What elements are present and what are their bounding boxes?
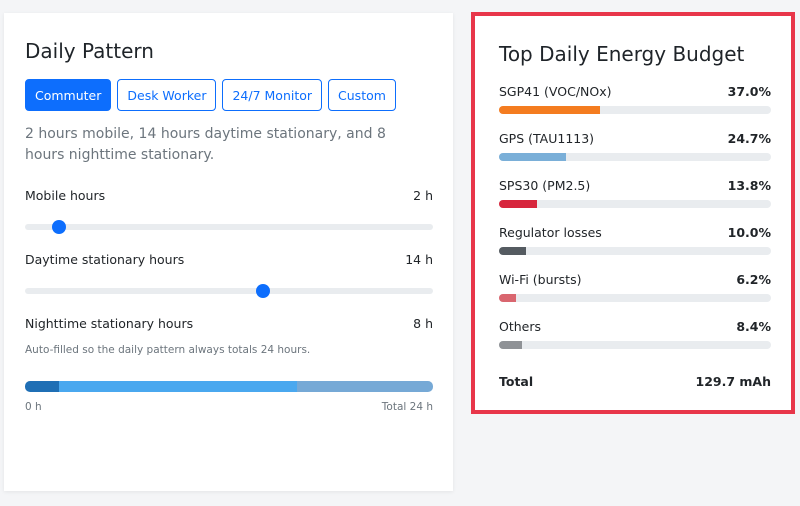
budget-item-value: 13.8% [727, 178, 771, 193]
preset-commuter-button[interactable]: Commuter [25, 79, 112, 111]
budget-item-label: Others [499, 319, 542, 334]
budget-item: Wi-Fi (bursts) 6.2% [499, 272, 771, 319]
energy-total-label: Total [499, 374, 534, 389]
budget-item-bar-fill [499, 200, 537, 208]
daytime-hours-label: Daytime stationary hours [25, 252, 185, 267]
preset-desk-worker-button[interactable]: Desk Worker [117, 79, 217, 111]
energy-total-row: Total 129.7 mAh [499, 374, 771, 389]
timeline-segment-daytime [58, 381, 297, 392]
budget-item-value: 24.7% [727, 131, 771, 146]
budget-item: GPS (TAU1113) 24.7% [499, 131, 771, 178]
preset-button-group: Commuter Desk Worker 24/7 Monitor Custom [25, 79, 433, 111]
budget-item-bar [499, 247, 771, 255]
daytime-hours-control: Daytime stationary hours 14 h [25, 252, 433, 298]
budget-item: SPS30 (PM2.5) 13.8% [499, 178, 771, 225]
budget-item-bar-fill [499, 294, 516, 302]
mobile-hours-value: 2 h [413, 188, 433, 203]
budget-item-bar [499, 153, 771, 161]
preset-custom-button[interactable]: Custom [328, 79, 396, 111]
daily-pattern-card: Daily Pattern Commuter Desk Worker 24/7 … [4, 13, 453, 491]
timeline-end-label: Total 24 h [381, 401, 433, 413]
budget-item: Others 8.4% [499, 319, 771, 366]
budget-item-bar [499, 106, 771, 114]
mobile-hours-slider[interactable] [25, 220, 433, 234]
nighttime-hours-value: 8 h [413, 316, 433, 331]
budget-item: SGP41 (VOC/NOx) 37.0% [499, 84, 771, 131]
budget-item-bar-fill [499, 247, 527, 255]
budget-item-bar-fill [499, 341, 522, 349]
daily-pattern-title: Daily Pattern [25, 39, 154, 63]
mobile-hours-label: Mobile hours [25, 188, 106, 203]
timeline-axis: 0 h Total 24 h [25, 401, 433, 413]
budget-item-label: SPS30 (PM2.5) [499, 178, 591, 193]
budget-item-bar [499, 341, 771, 349]
budget-item-label: GPS (TAU1113) [499, 131, 595, 146]
budget-item-value: 8.4% [736, 319, 771, 334]
budget-item-value: 37.0% [727, 84, 771, 99]
budget-item: Regulator losses 10.0% [499, 225, 771, 272]
nighttime-autofill-note: Auto-filled so the daily pattern always … [25, 344, 311, 356]
daytime-hours-slider[interactable] [25, 284, 433, 298]
preset-247-monitor-button[interactable]: 24/7 Monitor [222, 79, 323, 111]
budget-item-bar [499, 294, 771, 302]
daytime-hours-value: 14 h [405, 252, 433, 267]
budget-item-value: 10.0% [727, 225, 771, 240]
nighttime-hours-control: Nighttime stationary hours 8 h Auto-fill… [25, 316, 433, 356]
budget-item-label: Regulator losses [499, 225, 602, 240]
mobile-hours-control: Mobile hours 2 h [25, 188, 433, 234]
timeline-segment-nighttime [296, 381, 433, 392]
energy-total-value: 129.7 mAh [695, 374, 772, 389]
timeline-segment-mobile [25, 381, 59, 392]
budget-item-bar [499, 200, 771, 208]
budget-item-bar-fill [499, 106, 600, 114]
energy-budget-list: SGP41 (VOC/NOx) 37.0% GPS (TAU1113) 24.7… [499, 84, 771, 366]
energy-budget-card: Top Daily Energy Budget SGP41 (VOC/NOx) … [471, 12, 795, 414]
timeline-start-label: 0 h [25, 401, 42, 413]
pattern-description: 2 hours mobile, 14 hours daytime station… [25, 126, 386, 163]
budget-item-value: 6.2% [736, 272, 771, 287]
budget-item-bar-fill [499, 153, 567, 161]
budget-item-label: Wi-Fi (bursts) [499, 272, 582, 287]
mobile-hours-slider-thumb[interactable] [51, 220, 66, 234]
daytime-hours-slider-thumb[interactable] [256, 284, 270, 298]
budget-item-label: SGP41 (VOC/NOx) [499, 84, 612, 99]
daily-timeline-bar [25, 381, 433, 392]
energy-budget-title: Top Daily Energy Budget [499, 42, 745, 66]
nighttime-hours-label: Nighttime stationary hours [25, 316, 194, 331]
